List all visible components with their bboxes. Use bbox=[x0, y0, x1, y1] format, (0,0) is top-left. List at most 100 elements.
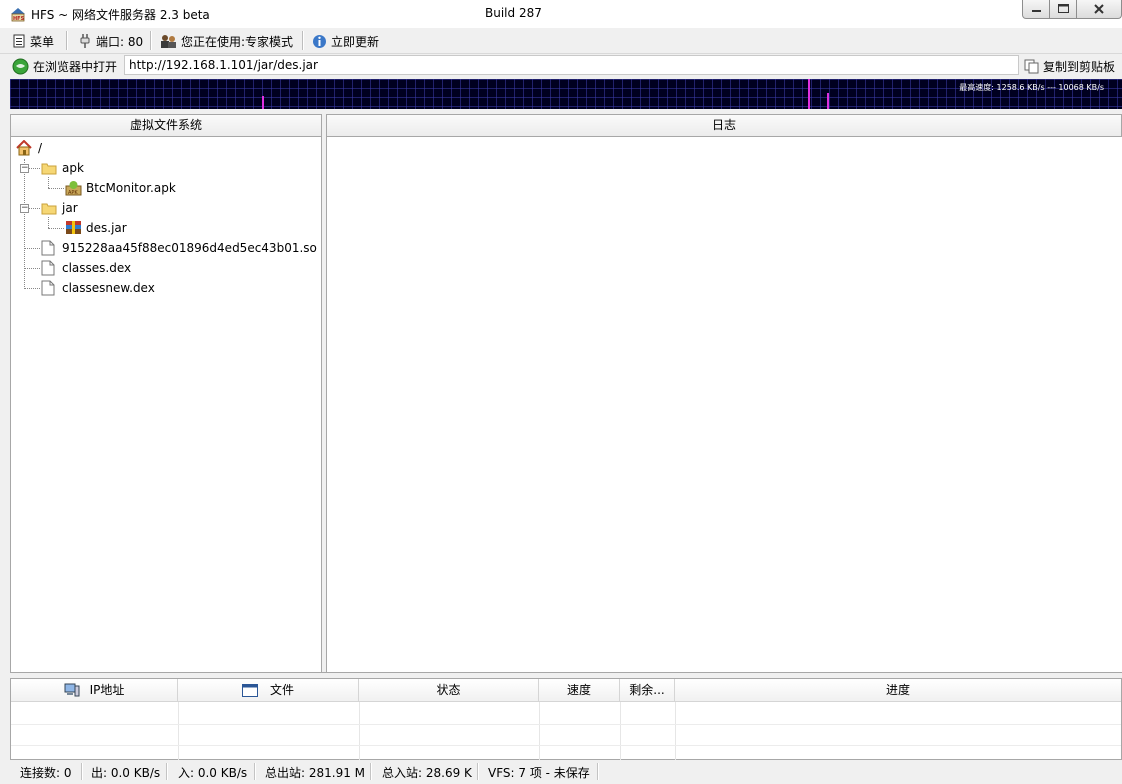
port-button[interactable]: 端口: 80 bbox=[78, 32, 143, 50]
minimize-button[interactable] bbox=[1022, 0, 1050, 19]
folder-icon bbox=[41, 203, 57, 215]
collapse-icon[interactable]: − bbox=[20, 164, 29, 173]
copy-to-clipboard-button[interactable]: 复制到剪贴板 bbox=[1024, 57, 1115, 75]
status-total-out: 总出站: 281.91 M bbox=[265, 766, 366, 780]
grid-line bbox=[359, 702, 360, 760]
file-icon bbox=[41, 280, 55, 296]
status-separator bbox=[254, 763, 256, 780]
status-bar: 连接数: 0 出: 0.0 KB/s 入: 0.0 KB/s 总出站: 281.… bbox=[0, 760, 1122, 784]
update-button[interactable]: 立即更新 bbox=[312, 32, 379, 50]
minimize-icon bbox=[1032, 10, 1041, 12]
tree-item-label: classes.dex bbox=[62, 261, 132, 275]
log-pane[interactable] bbox=[326, 137, 1122, 672]
svg-text:HFS: HFS bbox=[13, 16, 25, 22]
status-separator bbox=[597, 763, 599, 780]
graph-spike bbox=[827, 93, 829, 109]
apk-file-icon: APK bbox=[65, 181, 82, 196]
plug-icon bbox=[80, 34, 90, 48]
open-in-browser-button[interactable]: 在浏览器中打开 bbox=[12, 57, 117, 75]
vfs-tree[interactable]: / − apk APK BtcMonitor.apk − jar des.jar… bbox=[10, 137, 322, 672]
grid-line bbox=[539, 702, 540, 760]
window-title: HFS ~ 网络文件服务器 2.3 beta bbox=[31, 8, 210, 22]
hfs-app-icon: HFS bbox=[11, 8, 25, 22]
url-field[interactable]: http://192.168.1.101/jar/des.jar bbox=[124, 55, 1019, 75]
toolbar: 菜单 端口: 80 您正在使用:专家模式 立即更新 bbox=[0, 28, 1122, 54]
tree-item-label: apk bbox=[62, 161, 84, 175]
tree-connector bbox=[48, 188, 64, 189]
build-label: Build 287 bbox=[485, 6, 542, 20]
toolbar-separator bbox=[66, 31, 68, 50]
browser-globe-icon bbox=[12, 58, 29, 74]
tree-item-jar[interactable]: jar bbox=[41, 198, 78, 218]
tree-connector bbox=[24, 159, 25, 289]
tree-item-so-file[interactable]: 915228aa45f88ec01896d4ed5ec43b01.so bbox=[41, 238, 317, 258]
open-in-browser-label: 在浏览器中打开 bbox=[33, 59, 118, 74]
copy-to-clipboard-label: 复制到剪贴板 bbox=[1043, 59, 1116, 74]
tree-item-apk[interactable]: apk bbox=[41, 158, 84, 178]
mode-button[interactable]: 您正在使用:专家模式 bbox=[160, 32, 293, 50]
tree-item-label: classesnew.dex bbox=[62, 281, 155, 295]
status-separator bbox=[166, 763, 168, 780]
menu-button[interactable]: 菜单 bbox=[12, 32, 54, 50]
column-header-status[interactable]: 状态 bbox=[359, 679, 539, 702]
grid-line bbox=[11, 724, 1121, 725]
close-button[interactable] bbox=[1076, 0, 1122, 19]
tree-item-label: 915228aa45f88ec01896d4ed5ec43b01.so bbox=[62, 241, 317, 255]
tree-item-label: BtcMonitor.apk bbox=[86, 181, 176, 195]
column-header-remaining[interactable]: 剩余... bbox=[620, 679, 675, 702]
tree-item-classes-dex[interactable]: classes.dex bbox=[41, 258, 131, 278]
status-total-in: 总入站: 28.69 K bbox=[382, 766, 472, 780]
status-separator bbox=[81, 763, 83, 780]
column-header-file[interactable]: 文件 bbox=[178, 679, 359, 702]
tree-root[interactable]: / bbox=[16, 138, 42, 158]
expert-mode-icon bbox=[161, 34, 176, 48]
tree-root-label: / bbox=[38, 141, 43, 155]
status-separator bbox=[370, 763, 372, 780]
status-separator bbox=[477, 763, 479, 780]
column-header-label: IP地址 bbox=[89, 683, 125, 697]
computer-icon bbox=[64, 683, 80, 697]
menu-label: 菜单 bbox=[30, 34, 55, 49]
grid-line bbox=[675, 702, 676, 760]
tree-item-classesnew-dex[interactable]: classesnew.dex bbox=[41, 278, 155, 298]
connections-table[interactable]: IP地址 文件 状态 速度 剩余... 进度 bbox=[10, 678, 1122, 760]
tree-item-btcmonitor[interactable]: APK BtcMonitor.apk bbox=[65, 178, 176, 198]
tree-item-des-jar[interactable]: des.jar bbox=[65, 218, 127, 238]
archive-file-icon bbox=[66, 221, 81, 234]
maximize-button[interactable] bbox=[1049, 0, 1077, 19]
bandwidth-graph: 最高速度: 1258.6 KB/s --- 10068 KB/s bbox=[10, 79, 1122, 109]
status-vfs[interactable]: VFS: 7 项 - 未保存 bbox=[488, 764, 590, 781]
tree-item-label: jar bbox=[62, 201, 78, 215]
grid-line bbox=[11, 745, 1121, 746]
toolbar-separator bbox=[150, 31, 152, 50]
update-label: 立即更新 bbox=[331, 34, 380, 49]
column-header-label: 文件 bbox=[269, 683, 294, 697]
update-info-icon bbox=[313, 34, 326, 48]
tree-connector bbox=[24, 268, 40, 269]
grid-line bbox=[620, 702, 621, 760]
graph-spike bbox=[262, 96, 264, 109]
file-icon bbox=[41, 260, 55, 276]
collapse-icon[interactable]: − bbox=[20, 204, 29, 213]
status-out-speed: 出: 0.0 KB/s bbox=[91, 766, 161, 780]
tree-item-label: des.jar bbox=[86, 221, 127, 235]
vfs-pane-header: 虚拟文件系统 bbox=[10, 114, 322, 137]
log-pane-header: 日志 bbox=[326, 114, 1122, 137]
status-connections: 连接数: 0 bbox=[20, 766, 72, 780]
menu-icon bbox=[13, 34, 25, 48]
graph-spike bbox=[808, 79, 810, 109]
column-header-ip[interactable]: IP地址 bbox=[11, 679, 178, 702]
folder-icon bbox=[41, 163, 57, 175]
status-in-speed: 入: 0.0 KB/s bbox=[178, 766, 248, 780]
home-icon bbox=[16, 140, 32, 156]
close-icon bbox=[1094, 4, 1104, 14]
mode-label: 您正在使用:专家模式 bbox=[181, 34, 294, 49]
column-header-speed[interactable]: 速度 bbox=[539, 679, 620, 702]
column-header-progress[interactable]: 进度 bbox=[675, 679, 1121, 702]
window-icon bbox=[241, 683, 258, 697]
restore-icon bbox=[1058, 4, 1069, 13]
svg-text:APK: APK bbox=[68, 190, 78, 196]
max-speed-label: 最高速度: 1258.6 KB/s --- 10068 KB/s bbox=[959, 83, 1104, 92]
file-icon bbox=[41, 240, 55, 256]
tree-connector bbox=[48, 228, 64, 229]
